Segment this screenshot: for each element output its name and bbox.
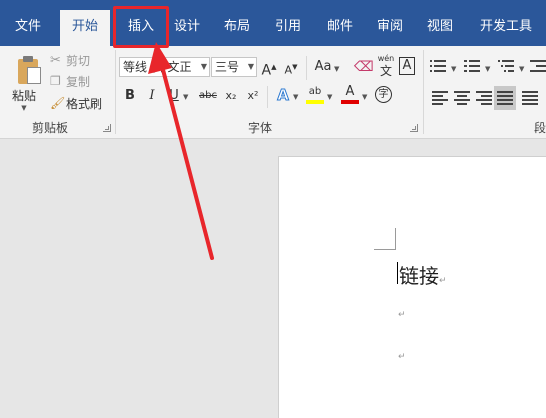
clear-formatting-icon[interactable]: ⌫: [354, 58, 374, 76]
scissors-icon: ✂: [50, 52, 61, 68]
chevron-down-icon[interactable]: ▼: [451, 65, 456, 73]
change-case-button[interactable]: Aa: [312, 58, 334, 76]
chevron-down-icon[interactable]: ▼: [183, 93, 188, 101]
shrink-font-icon: A: [284, 63, 293, 77]
font-group-label: 字体: [247, 121, 272, 135]
copy-icon: ❐: [50, 74, 61, 88]
clipboard-group-label: 剪贴板: [31, 121, 68, 135]
phonetic-bottom: 文: [379, 64, 392, 78]
chevron-down-icon[interactable]: ▼: [334, 65, 339, 73]
underline-button[interactable]: U: [167, 87, 181, 105]
tab-layout[interactable]: 布局: [216, 10, 258, 44]
paragraph-mark: ↵: [398, 352, 406, 362]
justify-button[interactable]: [494, 86, 516, 110]
chevron-down-icon[interactable]: ▼: [485, 65, 490, 73]
format-painter-button[interactable]: 🖌 格式刷: [50, 94, 102, 112]
numbering-icon[interactable]: [464, 59, 480, 73]
text-effects-button[interactable]: A: [275, 86, 291, 105]
bold-button[interactable]: B: [123, 87, 137, 105]
subscript-button[interactable]: x₂: [223, 87, 239, 105]
distributed-align-icon[interactable]: [522, 91, 538, 105]
clipboard-launcher-icon[interactable]: [103, 124, 111, 132]
font-launcher-icon[interactable]: [410, 124, 418, 132]
enclose-characters-button[interactable]: 字: [375, 86, 392, 103]
insert-tab-highlight: [113, 6, 169, 48]
text-highlight-button[interactable]: ab: [306, 84, 324, 104]
shrink-font-button[interactable]: A▼: [283, 58, 299, 80]
font-name-value: 等线 (中文正: [123, 60, 192, 74]
multilevel-list-icon[interactable]: [498, 59, 514, 73]
strikethrough-button[interactable]: abc: [197, 87, 219, 105]
format-painter-label: 格式刷: [66, 96, 103, 111]
font-size-value: 三号: [215, 60, 240, 74]
paste-icon: [16, 56, 42, 86]
paste-dropdown-icon[interactable]: ▼: [21, 104, 26, 112]
align-left-icon[interactable]: [432, 91, 448, 105]
chevron-down-icon[interactable]: ▼: [327, 93, 332, 101]
tab-developer[interactable]: 开发工具: [472, 10, 540, 44]
paragraph-mark: ↵: [398, 310, 406, 320]
paragraph-group-label: 段: [534, 121, 546, 135]
phonetic-guide-button[interactable]: wén 文: [376, 54, 396, 78]
align-right-icon[interactable]: [476, 91, 492, 105]
chevron-down-icon: ▼: [200, 62, 207, 71]
chevron-down-icon[interactable]: ▼: [519, 65, 524, 73]
copy-label: 复制: [66, 74, 91, 89]
cut-button[interactable]: ✂ 剪切: [50, 51, 90, 69]
bullets-icon[interactable]: [430, 59, 446, 73]
paste-label: 粘贴: [11, 89, 36, 103]
chevron-down-icon[interactable]: ▼: [362, 93, 367, 101]
tab-design[interactable]: 设计: [166, 10, 208, 44]
paragraph-mark: ↵: [439, 276, 447, 286]
font-size-dropdown[interactable]: 三号 ▼: [211, 57, 257, 77]
tab-review[interactable]: 审阅: [369, 10, 411, 44]
group-divider: [306, 56, 307, 80]
group-divider: [115, 50, 116, 134]
chevron-down-icon: ▼: [247, 62, 254, 71]
font-color-button[interactable]: A: [341, 84, 359, 104]
italic-button[interactable]: I: [145, 87, 159, 105]
ribbon-tab-bar: 文件 开始 插入 设计 布局 引用 邮件 审阅 视图 开发工具: [0, 0, 546, 46]
tab-file[interactable]: 文件: [4, 10, 52, 44]
tab-references[interactable]: 引用: [267, 10, 309, 44]
document-text: 链接: [399, 264, 439, 288]
align-center-icon[interactable]: [454, 91, 470, 105]
decrease-indent-icon[interactable]: [530, 59, 546, 73]
ribbon-home: 粘贴 ▼ ✂ 剪切 ❐ 复制 🖌 格式刷 剪贴板 等线 (中文正 ▼ 三号 ▼ …: [0, 46, 546, 139]
grow-font-button[interactable]: A▲: [261, 58, 277, 80]
chevron-down-icon[interactable]: ▼: [293, 93, 298, 101]
copy-button[interactable]: ❐ 复制: [50, 72, 90, 90]
group-divider: [267, 86, 268, 108]
grow-font-icon: A: [261, 62, 272, 79]
font-name-dropdown[interactable]: 等线 (中文正 ▼: [119, 57, 210, 77]
document-line-1[interactable]: 链接↵: [399, 260, 447, 289]
superscript-button[interactable]: x²: [245, 87, 261, 105]
tab-view[interactable]: 视图: [419, 10, 461, 44]
cut-label: 剪切: [66, 53, 91, 68]
paste-button[interactable]: 粘贴 ▼: [6, 50, 42, 112]
paintbrush-icon: 🖌: [50, 96, 66, 110]
margin-corner-mark: [374, 228, 396, 250]
text-cursor: [397, 262, 398, 284]
tab-home[interactable]: 开始: [60, 10, 110, 46]
tab-mailings[interactable]: 邮件: [319, 10, 361, 44]
character-border-button[interactable]: A: [399, 57, 415, 75]
phonetic-top: wén: [377, 54, 395, 63]
group-divider: [423, 50, 424, 134]
